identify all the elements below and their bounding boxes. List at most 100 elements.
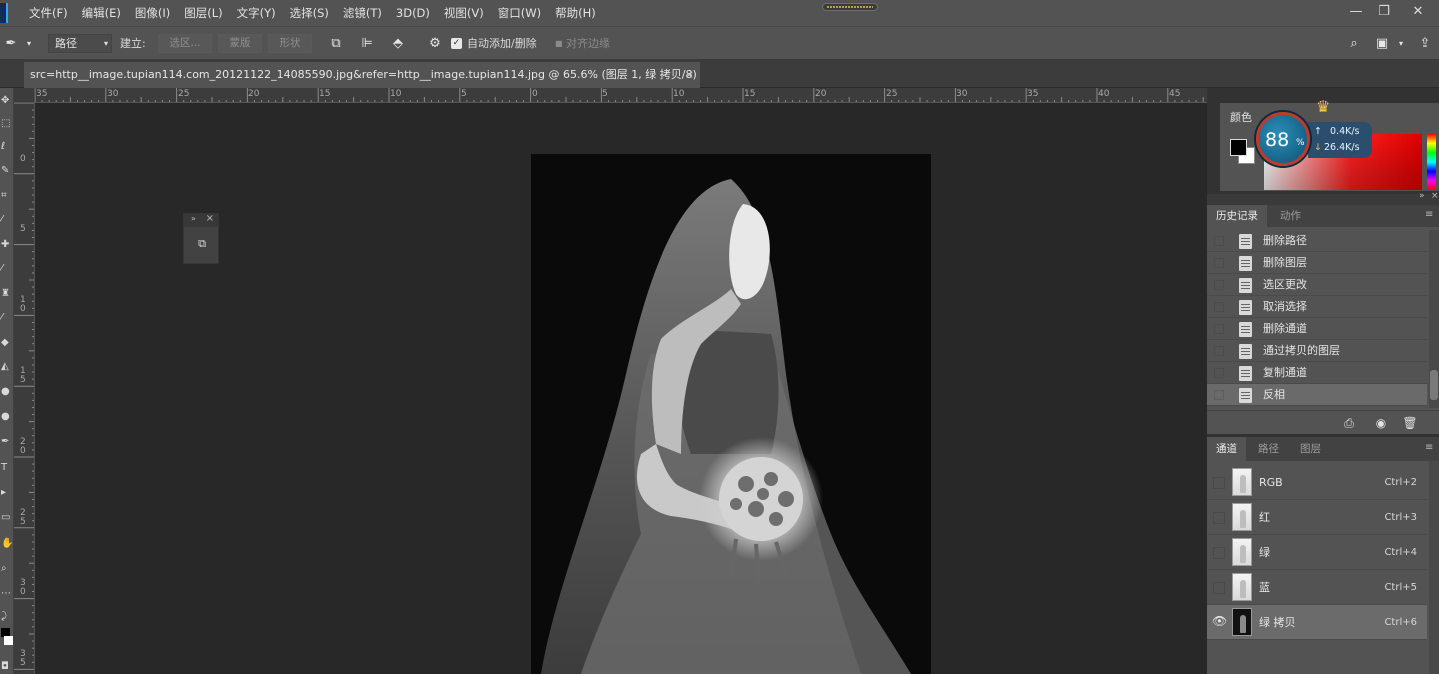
- pen-mode-select[interactable]: 路径 ▾: [48, 34, 112, 53]
- quick-select-tool-icon[interactable]: ✎: [0, 162, 14, 180]
- history-scrollbar[interactable]: [1429, 230, 1439, 408]
- zoom-tool-icon[interactable]: ⌕: [0, 560, 14, 578]
- background-color-swatch[interactable]: [4, 636, 13, 645]
- history-state[interactable]: 删除路径: [1207, 230, 1427, 252]
- eyedropper-tool-icon[interactable]: ⁄: [0, 211, 14, 229]
- lasso-tool-icon[interactable]: ℓ: [0, 138, 14, 156]
- history-state[interactable]: 选区更改: [1207, 274, 1427, 296]
- edit-toolbar-icon[interactable]: ⋯: [0, 585, 14, 603]
- brush-tool-icon[interactable]: ⁄: [0, 260, 14, 278]
- mini-panel-header[interactable]: » ×: [184, 214, 218, 227]
- horizontal-ruler[interactable]: 35 30 25 20 15 10 5 0 5 10 15 20 25 30 3…: [35, 88, 1220, 103]
- scrollbar-thumb[interactable]: [1430, 370, 1438, 400]
- panel-menu-icon[interactable]: ≡: [1425, 209, 1435, 220]
- channels-scrollbar[interactable]: [1429, 461, 1439, 674]
- history-brush-source-box[interactable]: [1214, 368, 1224, 378]
- tab-actions[interactable]: 动作: [1271, 205, 1310, 227]
- menu-help[interactable]: 帮助(H): [548, 0, 603, 26]
- shape-tool-icon[interactable]: ▭: [0, 509, 14, 527]
- crop-tool-icon[interactable]: ⌗: [0, 187, 14, 205]
- history-brush-source-box[interactable]: [1214, 258, 1224, 268]
- make-mask-button[interactable]: 蒙版: [218, 34, 262, 53]
- make-selection-button[interactable]: 选区...: [158, 34, 212, 53]
- speed-percent-circle[interactable]: 88 %: [1256, 112, 1310, 166]
- foreground-color[interactable]: [1230, 139, 1247, 156]
- tab-history[interactable]: 历史记录: [1207, 205, 1267, 227]
- history-state[interactable]: 删除通道: [1207, 318, 1427, 340]
- eye-icon[interactable]: 👁: [1212, 614, 1227, 628]
- restore-button[interactable]: ❐: [1369, 0, 1399, 26]
- minimize-button[interactable]: —: [1341, 0, 1371, 26]
- path-operations-icon[interactable]: ⧉: [327, 35, 345, 53]
- path-alignment-icon[interactable]: ⊫: [358, 35, 376, 53]
- tab-channels[interactable]: 通道: [1207, 437, 1246, 461]
- history-brush-source-box[interactable]: [1214, 280, 1224, 290]
- type-tool-icon[interactable]: T: [0, 459, 14, 477]
- tab-paths[interactable]: 路径: [1249, 437, 1288, 461]
- hue-slider[interactable]: [1427, 134, 1436, 190]
- trash-icon[interactable]: 🗑: [1402, 415, 1418, 431]
- auto-add-delete-checkbox[interactable]: ✓: [451, 38, 462, 49]
- swap-colors-icon[interactable]: ⤸: [0, 608, 14, 626]
- floating-mini-panel[interactable]: » × ⧉: [183, 213, 219, 264]
- menu-edit[interactable]: 编辑(E): [75, 0, 128, 26]
- share-icon[interactable]: ⇪: [1416, 35, 1434, 53]
- close-document-icon[interactable]: ×: [685, 62, 694, 88]
- gradient-tool-icon[interactable]: ◭: [0, 358, 14, 376]
- menu-3d[interactable]: 3D(D): [389, 0, 437, 26]
- quick-mask-icon[interactable]: ◘: [0, 658, 14, 674]
- move-tool-icon[interactable]: ✥: [0, 92, 14, 110]
- menu-type[interactable]: 文字(Y): [230, 0, 283, 26]
- marquee-tool-icon[interactable]: ⬚: [0, 115, 14, 133]
- hand-tool-icon[interactable]: ✋: [0, 535, 14, 553]
- collapse-icon[interactable]: »: [191, 214, 196, 223]
- channel-row[interactable]: 红 Ctrl+3: [1207, 500, 1427, 535]
- history-state-selected[interactable]: 反相: [1207, 384, 1427, 406]
- pen-tool-icon[interactable]: ✒: [2, 35, 20, 53]
- app-logo[interactable]: [0, 3, 8, 23]
- camera-icon[interactable]: ◉: [1373, 415, 1389, 431]
- collapse-panels-icon[interactable]: »: [1419, 191, 1425, 201]
- history-brush-tool-icon[interactable]: ⁄: [0, 309, 14, 327]
- history-state-icon[interactable]: ⧉: [194, 237, 210, 251]
- visibility-toggle[interactable]: [1213, 512, 1225, 524]
- settings-gear-icon[interactable]: ⚙: [426, 35, 444, 53]
- align-edges-checkbox[interactable]: ■: [555, 27, 563, 60]
- top-scroll-indicator[interactable]: [822, 3, 878, 11]
- blur-tool-icon[interactable]: ●: [0, 383, 14, 401]
- menu-view[interactable]: 视图(V): [437, 0, 491, 26]
- network-speed-widget[interactable]: ↑ 0.4K/s ↓ 26.4K/s 88 %: [1256, 112, 1372, 166]
- tool-preset-chevron-icon[interactable]: ▾: [20, 35, 38, 53]
- history-brush-source-box[interactable]: [1214, 302, 1224, 312]
- history-state[interactable]: 删除图层: [1207, 252, 1427, 274]
- history-state[interactable]: 取消选择: [1207, 296, 1427, 318]
- clone-stamp-tool-icon[interactable]: ♜: [0, 285, 14, 303]
- history-state[interactable]: 复制通道: [1207, 362, 1427, 384]
- history-brush-source-box[interactable]: [1214, 236, 1224, 246]
- document-tab[interactable]: src=http__image.tupian114.com_20121122_1…: [24, 62, 700, 88]
- eraser-tool-icon[interactable]: ◆: [0, 334, 14, 352]
- menu-select[interactable]: 选择(S): [283, 0, 336, 26]
- document-image[interactable]: [531, 154, 931, 674]
- channel-row[interactable]: RGB Ctrl+2: [1207, 465, 1427, 500]
- panel-drag-bar[interactable]: » ×: [1207, 194, 1439, 205]
- channel-row-selected[interactable]: 👁 绿 拷贝 Ctrl+6: [1207, 605, 1427, 640]
- visibility-toggle[interactable]: [1213, 477, 1225, 489]
- pen-tool-icon[interactable]: ✒: [0, 433, 14, 451]
- menu-filter[interactable]: 滤镜(T): [336, 0, 389, 26]
- search-icon[interactable]: ⌕: [1345, 35, 1363, 53]
- menu-layer[interactable]: 图层(L): [177, 0, 229, 26]
- tab-layers[interactable]: 图层: [1291, 437, 1330, 461]
- path-selection-tool-icon[interactable]: ▸: [0, 484, 14, 502]
- panel-menu-icon[interactable]: ≡: [1425, 442, 1435, 453]
- menu-file[interactable]: 文件(F): [22, 0, 75, 26]
- history-state[interactable]: 通过拷贝的图层: [1207, 340, 1427, 362]
- close-icon[interactable]: ×: [206, 213, 214, 224]
- visibility-toggle[interactable]: [1213, 547, 1225, 559]
- channel-row[interactable]: 绿 Ctrl+4: [1207, 535, 1427, 570]
- vertical-ruler[interactable]: 0 5 1 0 1 5 2 0 2 5 3 0 3 5: [14, 103, 35, 674]
- history-brush-source-box[interactable]: [1214, 346, 1224, 356]
- workspace-icon[interactable]: ▣: [1373, 35, 1391, 53]
- path-arrangement-icon[interactable]: ⬘: [389, 35, 407, 53]
- healing-brush-tool-icon[interactable]: ✚: [0, 236, 14, 254]
